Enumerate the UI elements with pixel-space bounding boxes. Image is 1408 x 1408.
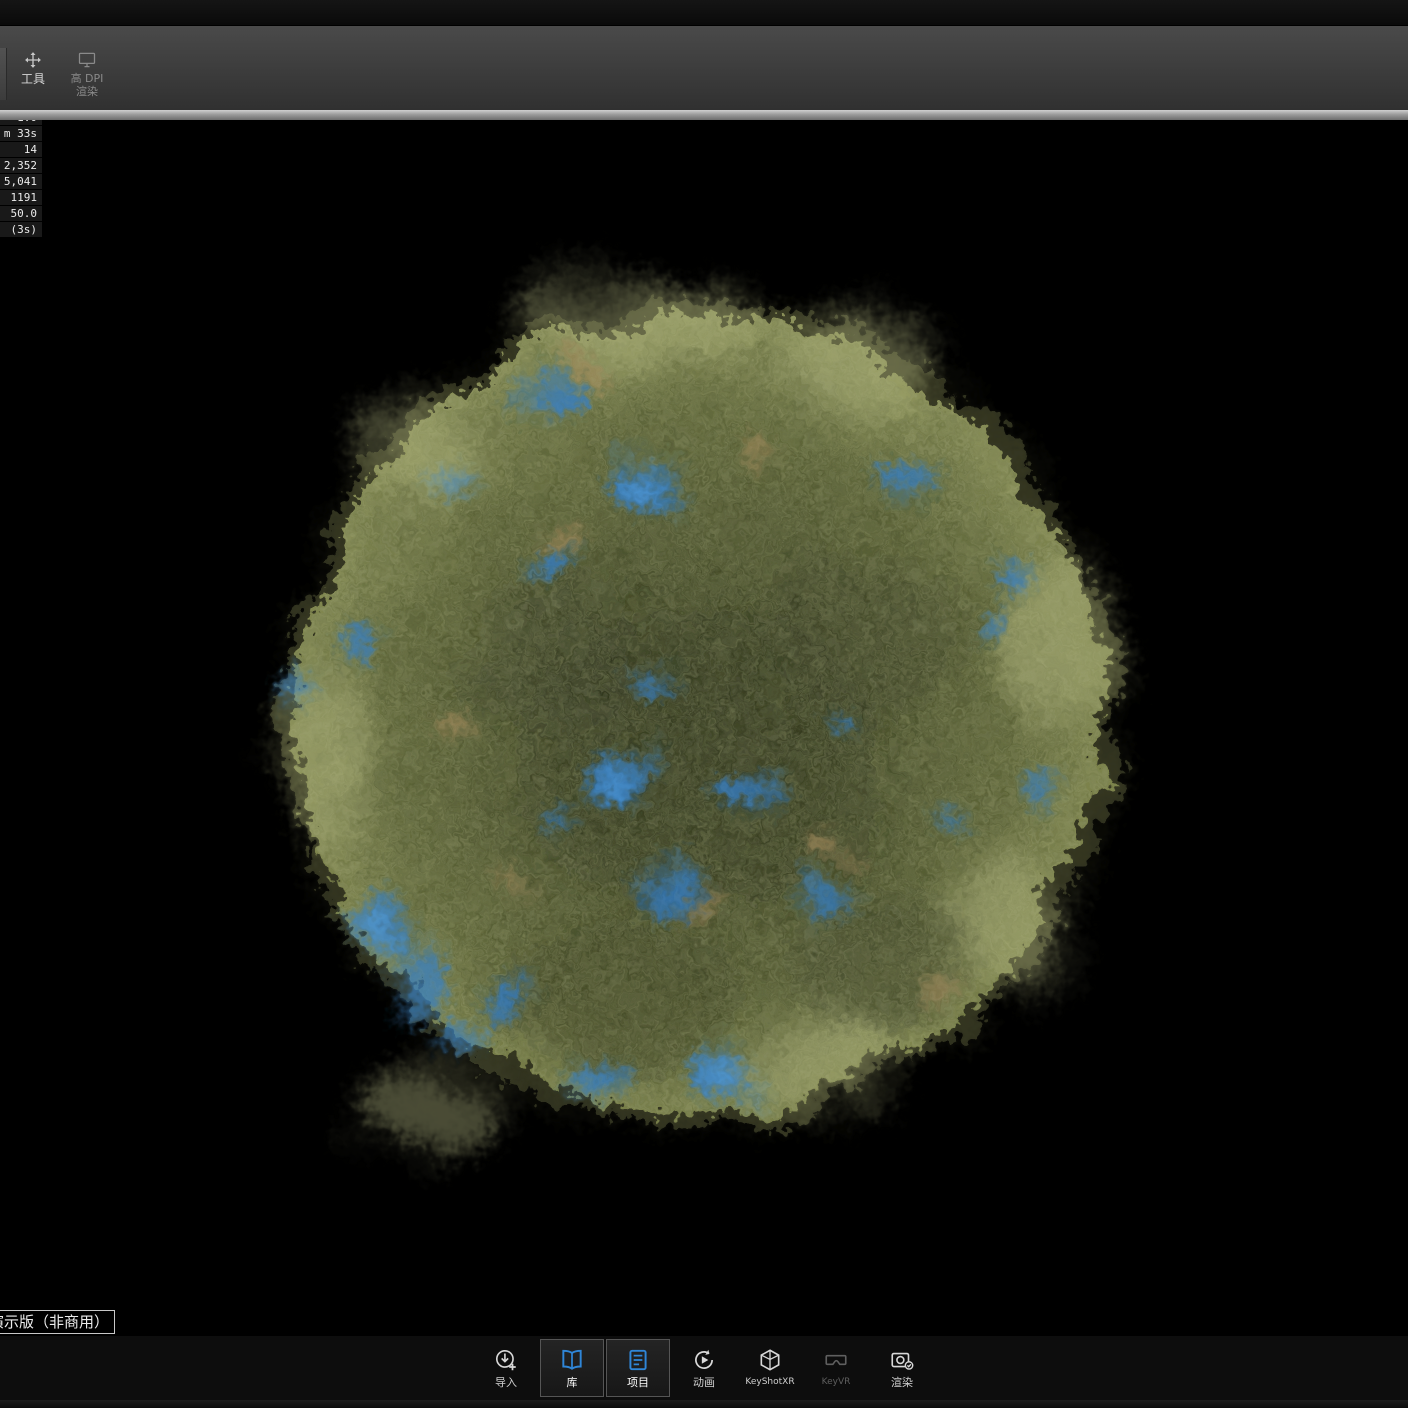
ribbon-keyvr-button[interactable]: KeyVR	[804, 1339, 868, 1397]
moss-sphere-render	[0, 120, 1408, 1336]
stat-value: m 33s	[0, 126, 42, 141]
3d-viewport[interactable]: 1.0 m 33s 14 2,352 5,041 1191 50.0 (3s)	[0, 120, 1408, 1336]
ribbon-project-label: 项目	[627, 1376, 649, 1389]
high-dpi-label-line2: 渲染	[76, 85, 98, 98]
toolbar-divider	[0, 110, 1408, 120]
stat-value: 5,041	[0, 174, 42, 189]
ribbon-keyshotxr-button[interactable]: KeyShotXR	[738, 1339, 802, 1397]
ribbon-render-label: 渲染	[891, 1376, 913, 1389]
ribbon-import-label: 导入	[495, 1376, 517, 1389]
import-icon	[493, 1347, 519, 1373]
render-icon	[889, 1347, 915, 1373]
stat-value: (3s)	[0, 222, 42, 237]
stat-value: 50.0	[0, 206, 42, 221]
stat-value: 1191	[0, 190, 42, 205]
keyvr-icon	[823, 1347, 849, 1373]
top-toolbar: 工具 高 DPI 渲染	[0, 26, 1408, 110]
high-dpi-label-line1: 高 DPI	[71, 72, 104, 85]
stat-value: 14	[0, 142, 42, 157]
animation-icon	[691, 1347, 717, 1373]
render-stats-overlay: 1.0 m 33s 14 2,352 5,041 1191 50.0 (3s)	[0, 120, 42, 238]
tools-button-label: 工具	[21, 72, 45, 86]
tools-button[interactable]: 工具	[11, 48, 55, 88]
keyshot-app: 工具 高 DPI 渲染 1.0 m 33s 14 2,352 5,041 119…	[0, 0, 1408, 1408]
ribbon-library-label: 库	[567, 1376, 578, 1389]
ribbon-import-button[interactable]: 导入	[474, 1339, 538, 1397]
ribbon-render-button[interactable]: 渲染	[870, 1339, 934, 1397]
ribbon-project-button[interactable]: 项目	[606, 1339, 670, 1397]
library-icon	[559, 1347, 585, 1373]
partial-toolbar-button[interactable]	[0, 48, 7, 100]
title-bar	[0, 0, 1408, 26]
move-tool-icon	[23, 50, 43, 70]
monitor-icon	[77, 50, 97, 70]
keyshotxr-icon	[757, 1347, 783, 1373]
project-icon	[625, 1347, 651, 1373]
ribbon-library-button[interactable]: 库	[540, 1339, 604, 1397]
demo-watermark: 演示版（非商用）	[0, 1310, 115, 1334]
ribbon-animation-button[interactable]: 动画	[672, 1339, 736, 1397]
bottom-strip	[0, 1400, 1408, 1408]
stat-value: 2,352	[0, 158, 42, 173]
stat-value: 1.0	[0, 120, 42, 125]
ribbon-animation-label: 动画	[693, 1376, 715, 1389]
ribbon-keyvr-label: KeyVR	[822, 1376, 851, 1389]
high-dpi-render-button[interactable]: 高 DPI 渲染	[65, 48, 109, 100]
ribbon-keyshotxr-label: KeyShotXR	[745, 1376, 794, 1389]
bottom-ribbon: 导入 库 项目	[0, 1336, 1408, 1400]
